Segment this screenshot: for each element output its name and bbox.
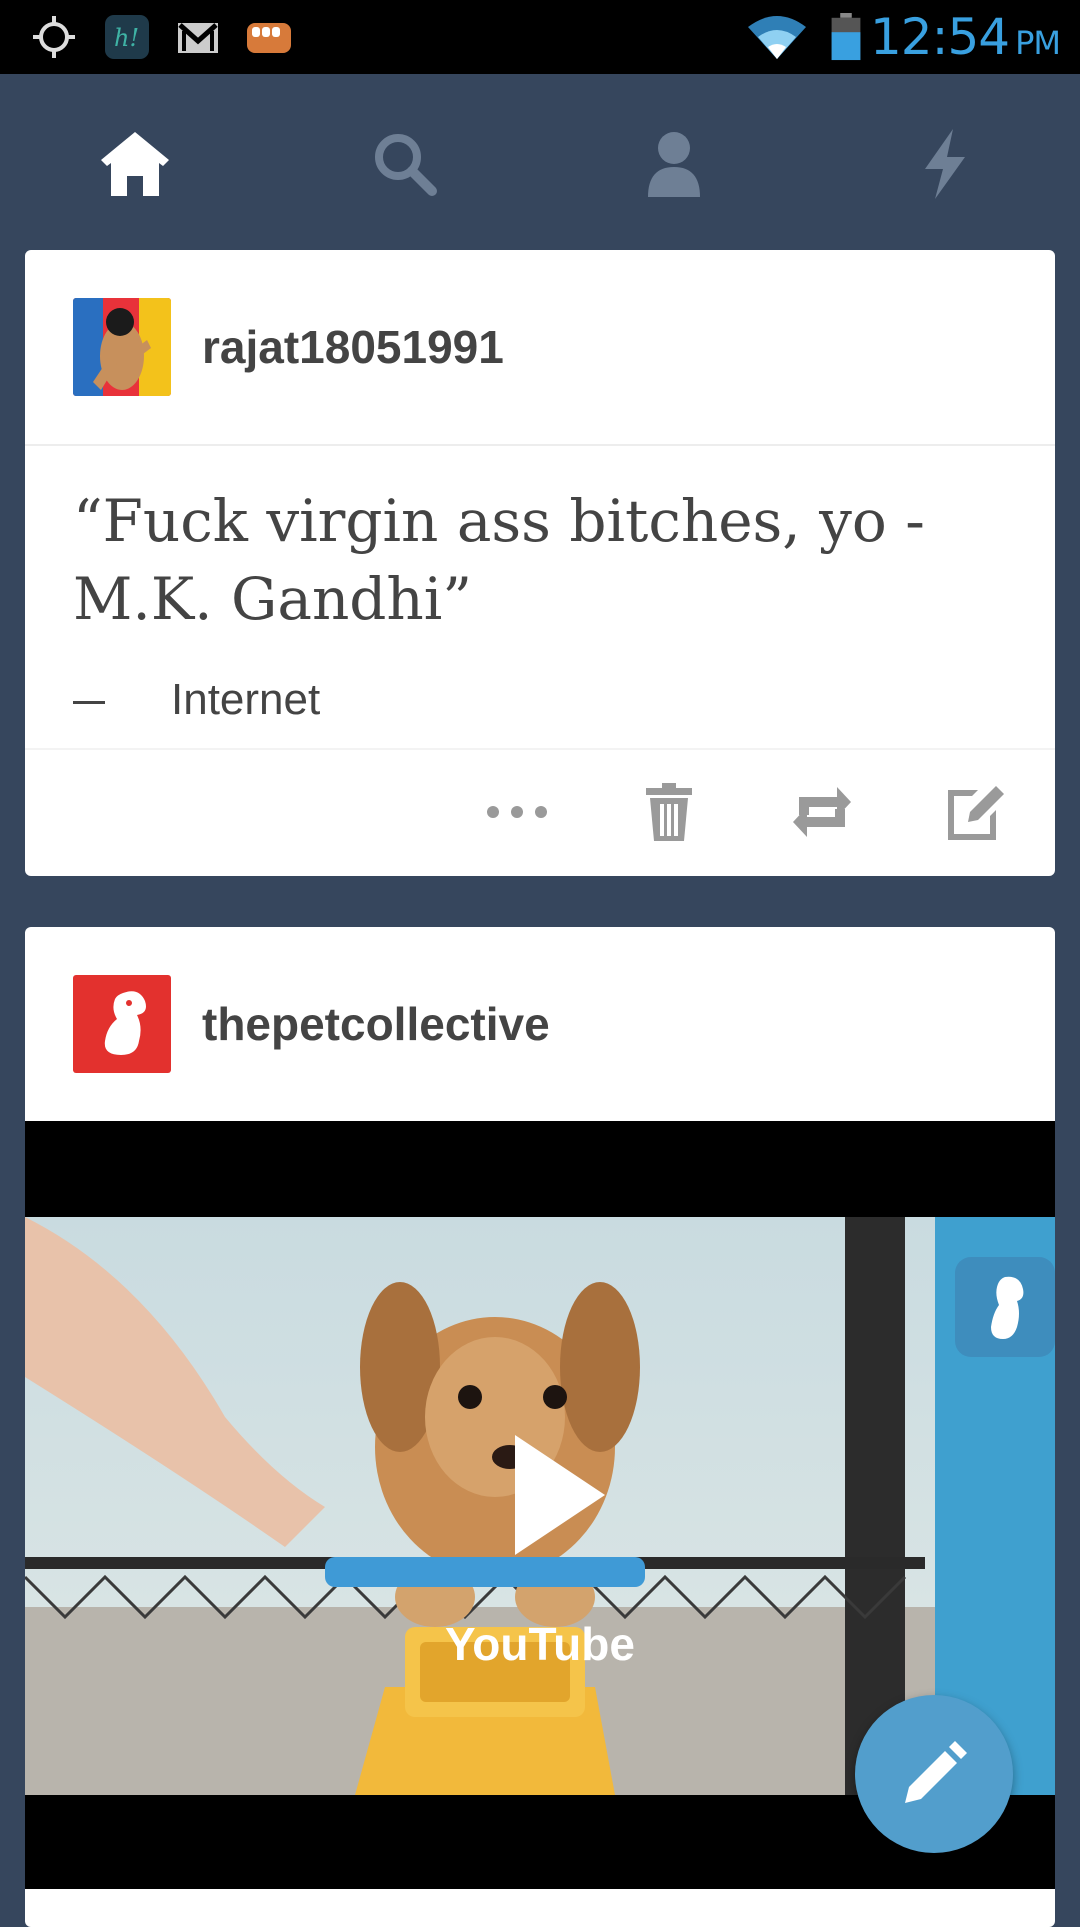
source-dash: [73, 700, 105, 704]
edit-button[interactable]: [943, 780, 1007, 844]
hike-app-icon: h!: [105, 15, 149, 59]
clock-time: 12:54: [870, 8, 1010, 66]
youtube-label: YouTube: [445, 1618, 635, 1670]
post-actions: [25, 748, 1055, 870]
location-icon: [33, 16, 75, 58]
nav-account[interactable]: [634, 124, 714, 204]
activity-icon: [925, 129, 965, 199]
delete-icon: [646, 783, 692, 841]
status-bar: h! 12:54 PM: [0, 0, 1080, 74]
blog-name[interactable]: rajat18051991: [202, 320, 504, 374]
nav-search[interactable]: [365, 124, 445, 204]
edit-icon: [948, 786, 1004, 840]
more-icon: [487, 806, 547, 818]
quote-source: Internet: [73, 675, 320, 725]
more-button[interactable]: [485, 780, 549, 844]
search-icon: [375, 134, 437, 196]
nav-activity[interactable]: [905, 124, 985, 204]
svg-text:h!: h!: [114, 24, 139, 52]
blog-name[interactable]: thepetcollective: [202, 997, 550, 1051]
post-header: rajat18051991: [25, 250, 1055, 446]
status-time: 12:54 PM: [870, 8, 1061, 66]
delete-button[interactable]: [637, 780, 701, 844]
quote-text: “Fuck virgin ass bitches, yo -M.K. Gandh…: [73, 487, 925, 633]
post-header: thepetcollective: [25, 927, 1055, 1121]
quote-source-text: Internet: [171, 675, 321, 724]
gmail-icon: [178, 23, 218, 53]
home-icon: [101, 132, 169, 196]
avatar[interactable]: [73, 298, 171, 396]
avatar[interactable]: [73, 975, 171, 1073]
account-icon: [648, 132, 700, 197]
battery-icon: [831, 13, 861, 61]
fist-app-icon: [247, 23, 291, 53]
post-card: rajat18051991 “Fuck virgin ass bitches, …: [25, 250, 1055, 876]
top-navigation: [0, 74, 1080, 250]
reblog-button[interactable]: [790, 780, 854, 844]
nav-home[interactable]: [95, 124, 175, 204]
wifi-icon: [748, 16, 806, 59]
pencil-icon: [905, 1741, 967, 1803]
clock-ampm: PM: [1015, 24, 1061, 62]
reblog-icon: [793, 787, 851, 837]
compose-button[interactable]: [855, 1695, 1013, 1853]
